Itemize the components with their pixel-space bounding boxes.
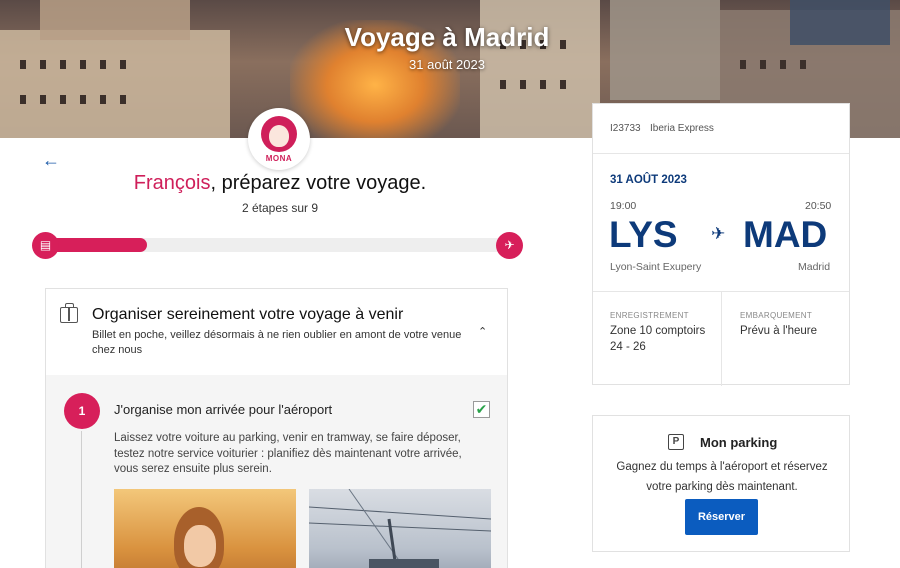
heading-text: , préparez votre voyage. [210, 172, 427, 194]
step-title: J'organise mon arrivée pour l'aéroport [114, 402, 333, 417]
checkmark-icon: ✔ [475, 401, 488, 417]
card-title: Organiser sereinement votre voyage à ven… [92, 306, 404, 323]
assistant-name: MONA [265, 154, 293, 163]
plane-icon: ✈ [711, 224, 726, 243]
details-divider [721, 292, 722, 386]
parking-icon: P [668, 434, 684, 450]
step-checkbox[interactable]: ✔ [473, 401, 490, 418]
departure-city: Lyon-Saint Exupery [610, 261, 702, 273]
plane-takeoff-icon: ✈ [496, 232, 523, 259]
checkin-label: ENREGISTREMENT [610, 311, 689, 320]
flight-date: 31 AOÛT 2023 [610, 174, 687, 186]
arrival-time: 20:50 [805, 200, 832, 212]
step-section: 1 J'organise mon arrivée pour l'aéroport… [46, 375, 507, 568]
woman-photo [114, 489, 296, 568]
user-first-name: François [133, 172, 211, 194]
departure-time: 19:00 [610, 200, 637, 212]
departure-code: LYS [609, 214, 678, 255]
progress-fill [45, 238, 147, 252]
checkin-value: Zone 10 comptoirs 24 - 26 [610, 325, 706, 353]
step-connector-line [81, 431, 82, 568]
flight-card: I23733 Iberia Express 31 AOÛT 2023 19:00… [592, 103, 850, 386]
card-description: Billet en poche, veillez désormais à ne … [92, 329, 462, 356]
flight-number: I23733 [610, 123, 641, 134]
parking-description: Gagnez du temps à l'aéroport et réservez… [616, 461, 828, 493]
arrival-code: MAD [743, 214, 828, 255]
flight-details: ENREGISTREMENT Zone 10 comptoirs 24 - 26… [593, 291, 849, 386]
page: Voyage à Madrid 31 août 2023 MONA ← Fran… [0, 0, 900, 568]
parking-title: Mon parking [700, 435, 778, 450]
reserve-button[interactable]: Réserver [685, 499, 758, 535]
clipboard-icon: ▤ [32, 232, 59, 259]
luggage-icon [60, 303, 78, 323]
step-number-badge: 1 [64, 393, 100, 429]
page-heading: François, préparez votre voyage. [30, 172, 530, 195]
back-arrow-icon[interactable]: ← [42, 150, 60, 171]
step-description: Laissez votre voiture au parking, venir … [114, 432, 462, 475]
trip-preparation-card: Organiser sereinement votre voyage à ven… [45, 288, 508, 568]
boarding-label: EMBARQUEMENT [740, 311, 813, 320]
trip-title: Voyage à Madrid [344, 22, 550, 52]
assistant-avatar: MONA [248, 108, 310, 170]
steps-counter: 2 étapes sur 9 [241, 201, 319, 215]
tramway-photo [309, 489, 491, 568]
trip-date: 31 août 2023 [409, 57, 485, 72]
card-header[interactable]: Organiser sereinement votre voyage à ven… [46, 289, 507, 375]
avatar-illustration [261, 116, 297, 152]
parking-card: P Mon parking Gagnez du temps à l'aéropo… [592, 415, 850, 552]
boarding-value: Prévu à l'heure [740, 325, 817, 337]
arrival-city: Madrid [798, 261, 831, 273]
flight-header: I23733 Iberia Express [593, 104, 849, 154]
chevron-up-icon[interactable]: ⌃ [478, 325, 487, 338]
flight-carrier: Iberia Express [650, 123, 714, 134]
